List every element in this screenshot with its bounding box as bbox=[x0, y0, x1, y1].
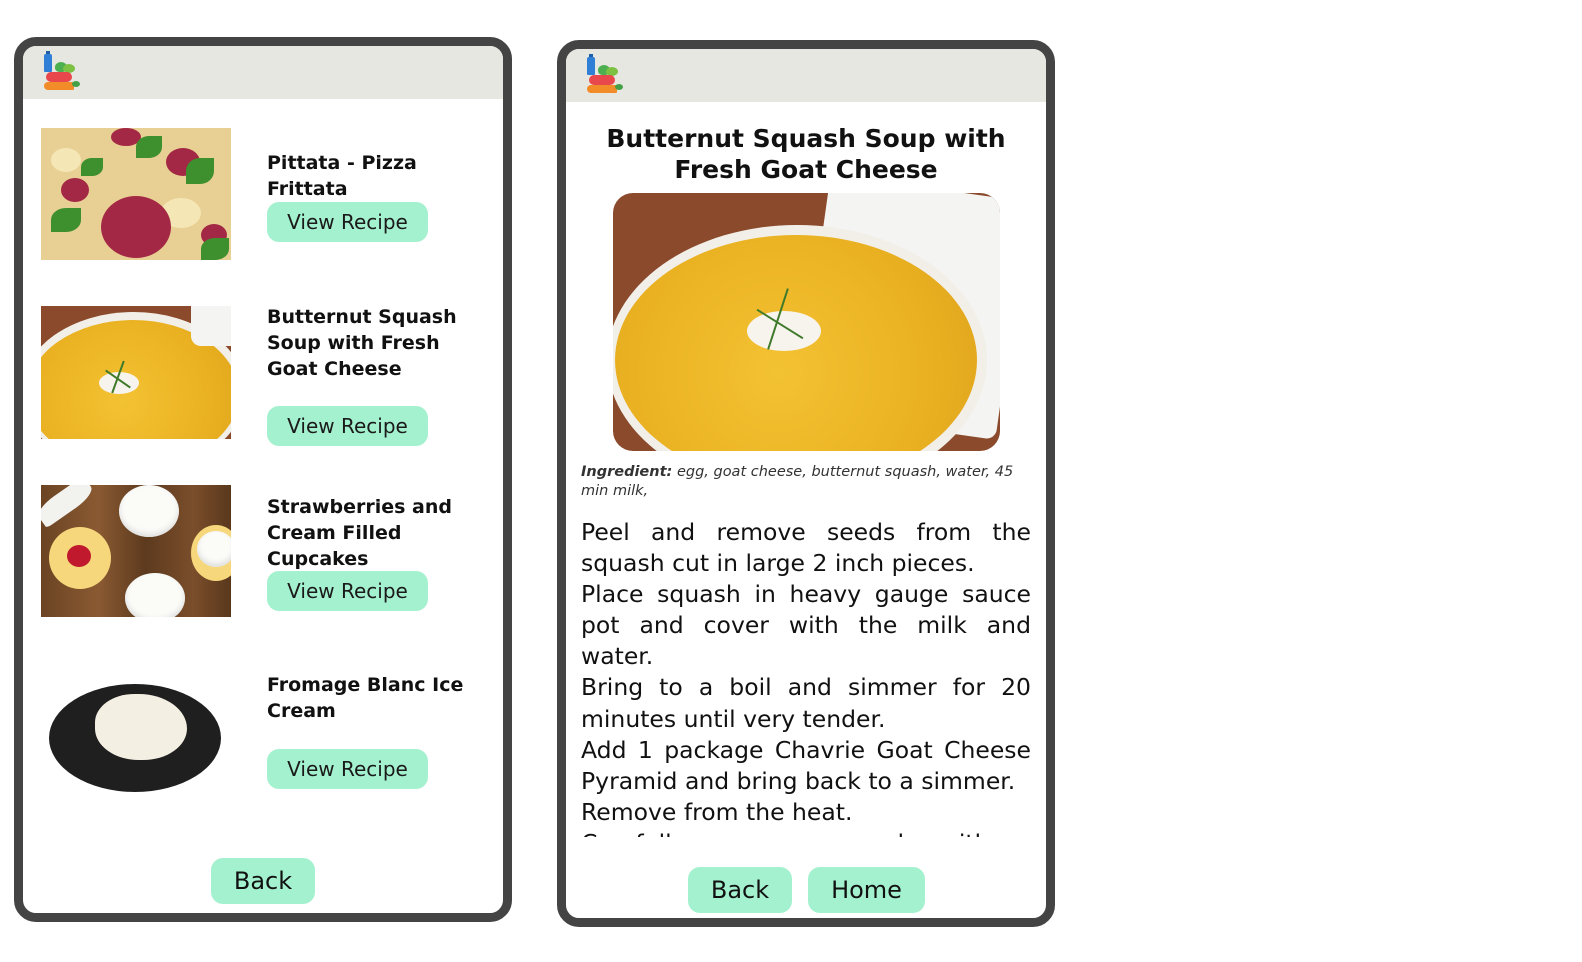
instruction-step: Remove from the heat. bbox=[581, 797, 853, 826]
instruction-step: Add 1 package Chavrie Goat Cheese Pyrami… bbox=[581, 735, 1031, 795]
recipe-title: Butternut Squash Soup with Fresh Goat Ch… bbox=[267, 306, 457, 380]
instruction-step: Bring to a boil and simmer for 20 minute… bbox=[581, 673, 1031, 733]
back-button[interactable]: Back bbox=[688, 867, 792, 913]
recipe-list-screen: Pittata - Pizza Frittata View Recipe But… bbox=[14, 37, 512, 922]
grocery-logo-icon[interactable] bbox=[41, 51, 83, 92]
recipe-image bbox=[41, 485, 231, 617]
view-recipe-button[interactable]: View Recipe bbox=[267, 202, 428, 242]
view-recipe-button[interactable]: View Recipe bbox=[267, 749, 428, 789]
instruction-step: Place squash in heavy gauge sauce pot an… bbox=[581, 580, 1031, 671]
recipe-title: Butternut Squash Soup with Fresh Goat Ch… bbox=[606, 124, 1006, 184]
home-button[interactable]: Home bbox=[808, 867, 925, 913]
recipe-hero-image bbox=[613, 193, 1000, 451]
recipe-title: Fromage Blanc Ice Cream bbox=[267, 674, 464, 722]
top-bar bbox=[566, 49, 1046, 102]
ingredient-label: Ingredient: bbox=[581, 464, 673, 480]
back-button[interactable]: Back bbox=[211, 858, 315, 904]
recipe-image bbox=[41, 662, 231, 794]
recipe-list[interactable]: Pittata - Pizza Frittata View Recipe But… bbox=[23, 99, 503, 837]
recipe-detail-screen: Butternut Squash Soup with Fresh Goat Ch… bbox=[557, 40, 1055, 927]
instruction-step: Carefully remove squash with a slotted s… bbox=[581, 828, 1031, 837]
view-recipe-button[interactable]: View Recipe bbox=[267, 406, 428, 446]
top-bar bbox=[23, 46, 503, 99]
grocery-logo-icon[interactable] bbox=[584, 54, 626, 95]
instruction-step: Peel and remove seeds from the squash cu… bbox=[581, 518, 1031, 578]
recipe-title: Pittata - Pizza Frittata bbox=[267, 152, 417, 200]
view-recipe-button[interactable]: View Recipe bbox=[267, 571, 428, 611]
recipe-image bbox=[41, 306, 231, 439]
recipe-title: Strawberries and Cream Filled Cupcakes bbox=[267, 496, 453, 570]
recipe-image bbox=[41, 128, 231, 260]
ingredients-text: Ingredient: egg, goat cheese, butternut … bbox=[581, 463, 1031, 501]
instructions-text[interactable]: Peel and remove seeds from the squash cu… bbox=[581, 517, 1031, 837]
